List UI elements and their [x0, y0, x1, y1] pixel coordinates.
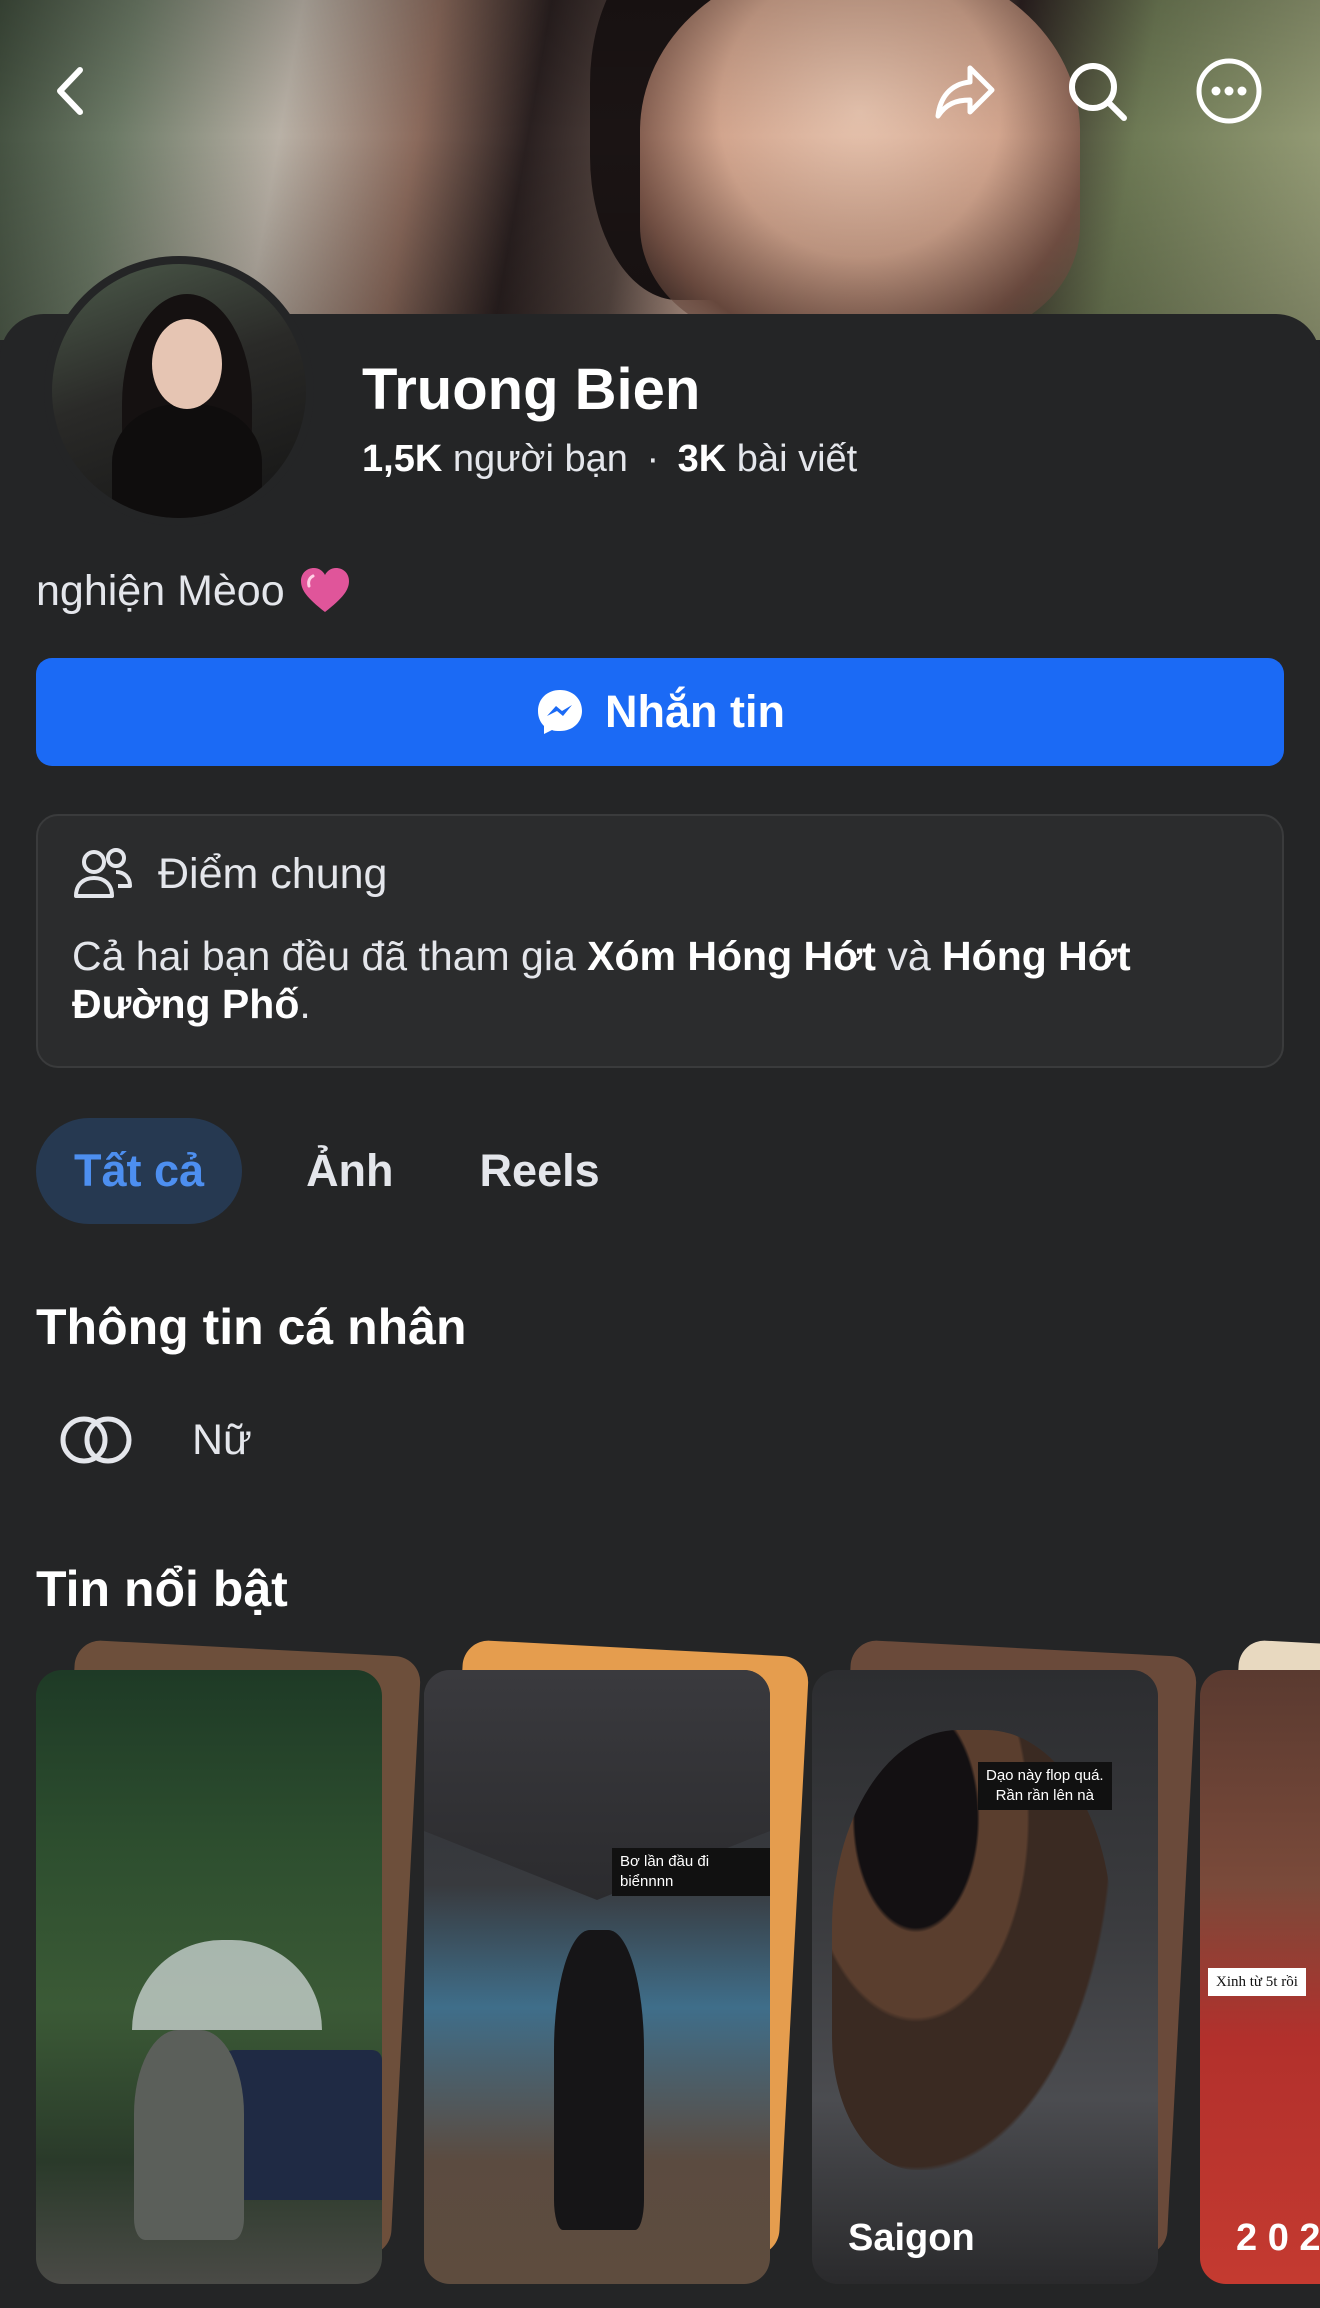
- tab-all[interactable]: Tất cả: [36, 1118, 243, 1224]
- mutual-text: Cả hai bạn đều đã tham gia Xóm Hóng Hớt …: [72, 933, 1131, 1027]
- gender-value: Nữ: [192, 1415, 252, 1464]
- highlight-item[interactable]: [36, 1639, 422, 2284]
- profile-stats: 1,5K người bạn · 3K bài viết: [362, 438, 857, 481]
- friends-count[interactable]: 1,5K: [362, 438, 442, 480]
- personal-info-title: Thông tin cá nhân: [36, 1299, 467, 1355]
- mutual-title: Điểm chung: [158, 849, 388, 898]
- mutual-info-card: Điểm chung Cả hai bạn đều đã tham gia Xó…: [36, 814, 1284, 1068]
- back-button[interactable]: [28, 48, 114, 134]
- avatar[interactable]: [44, 256, 314, 526]
- bio-text: nghiện Mèoo: [36, 566, 285, 615]
- highlight-caption: Bơ lần đầu đi biểnnnn: [612, 1848, 770, 1896]
- search-icon: [1069, 63, 1127, 121]
- highlight-item[interactable]: Xinh từ 5t rồi 2 0 2: [1200, 1639, 1320, 2284]
- tab-photos[interactable]: Ảnh: [268, 1118, 431, 1224]
- posts-count: 3K: [677, 438, 727, 480]
- share-button[interactable]: [922, 48, 1008, 134]
- gender-icon: [60, 1416, 132, 1464]
- messenger-icon: [538, 690, 582, 734]
- message-button[interactable]: Nhắn tin: [36, 658, 1284, 766]
- search-button[interactable]: [1054, 48, 1140, 134]
- share-arrow-icon: [935, 65, 995, 119]
- highlights-title: Tin nổi bật: [36, 1561, 288, 1617]
- sparkling-heart-icon: [300, 568, 349, 612]
- highlight-item[interactable]: Dạo này flop quá. Rần rần lên nà Saigon: [812, 1639, 1198, 2284]
- profile-tabs: Tất cả Ảnh Reels: [36, 1118, 638, 1224]
- gender-row: Nữ: [58, 1414, 252, 1466]
- posts-label: bài viết: [736, 438, 858, 480]
- highlight-label: 2 0 2: [1236, 2217, 1320, 2259]
- stats-separator: ·: [646, 438, 660, 480]
- chevron-left-icon: [57, 67, 83, 115]
- mutual-group-1[interactable]: Xóm Hóng Hớt: [587, 933, 876, 979]
- highlight-caption: Dạo này flop quá. Rần rần lên nà: [978, 1762, 1112, 1810]
- highlight-label: Saigon: [848, 2217, 975, 2259]
- more-dots-icon: [1196, 58, 1262, 124]
- more-button[interactable]: [1186, 48, 1272, 134]
- bio: nghiện Mèoo: [36, 566, 351, 616]
- highlights-row: Bơ lần đầu đi biểnnnn Dạo này flop quá. …: [36, 1639, 1320, 2288]
- message-button-label: Nhắn tin: [605, 686, 785, 737]
- highlight-item[interactable]: Bơ lần đầu đi biểnnnn: [424, 1639, 810, 2284]
- tab-reels[interactable]: Reels: [442, 1118, 638, 1224]
- highlight-caption: Xinh từ 5t rồi: [1208, 1968, 1306, 1996]
- people-icon: [74, 848, 132, 898]
- friends-label[interactable]: người bạn: [453, 438, 628, 480]
- profile-name: Truong Bien: [362, 357, 701, 422]
